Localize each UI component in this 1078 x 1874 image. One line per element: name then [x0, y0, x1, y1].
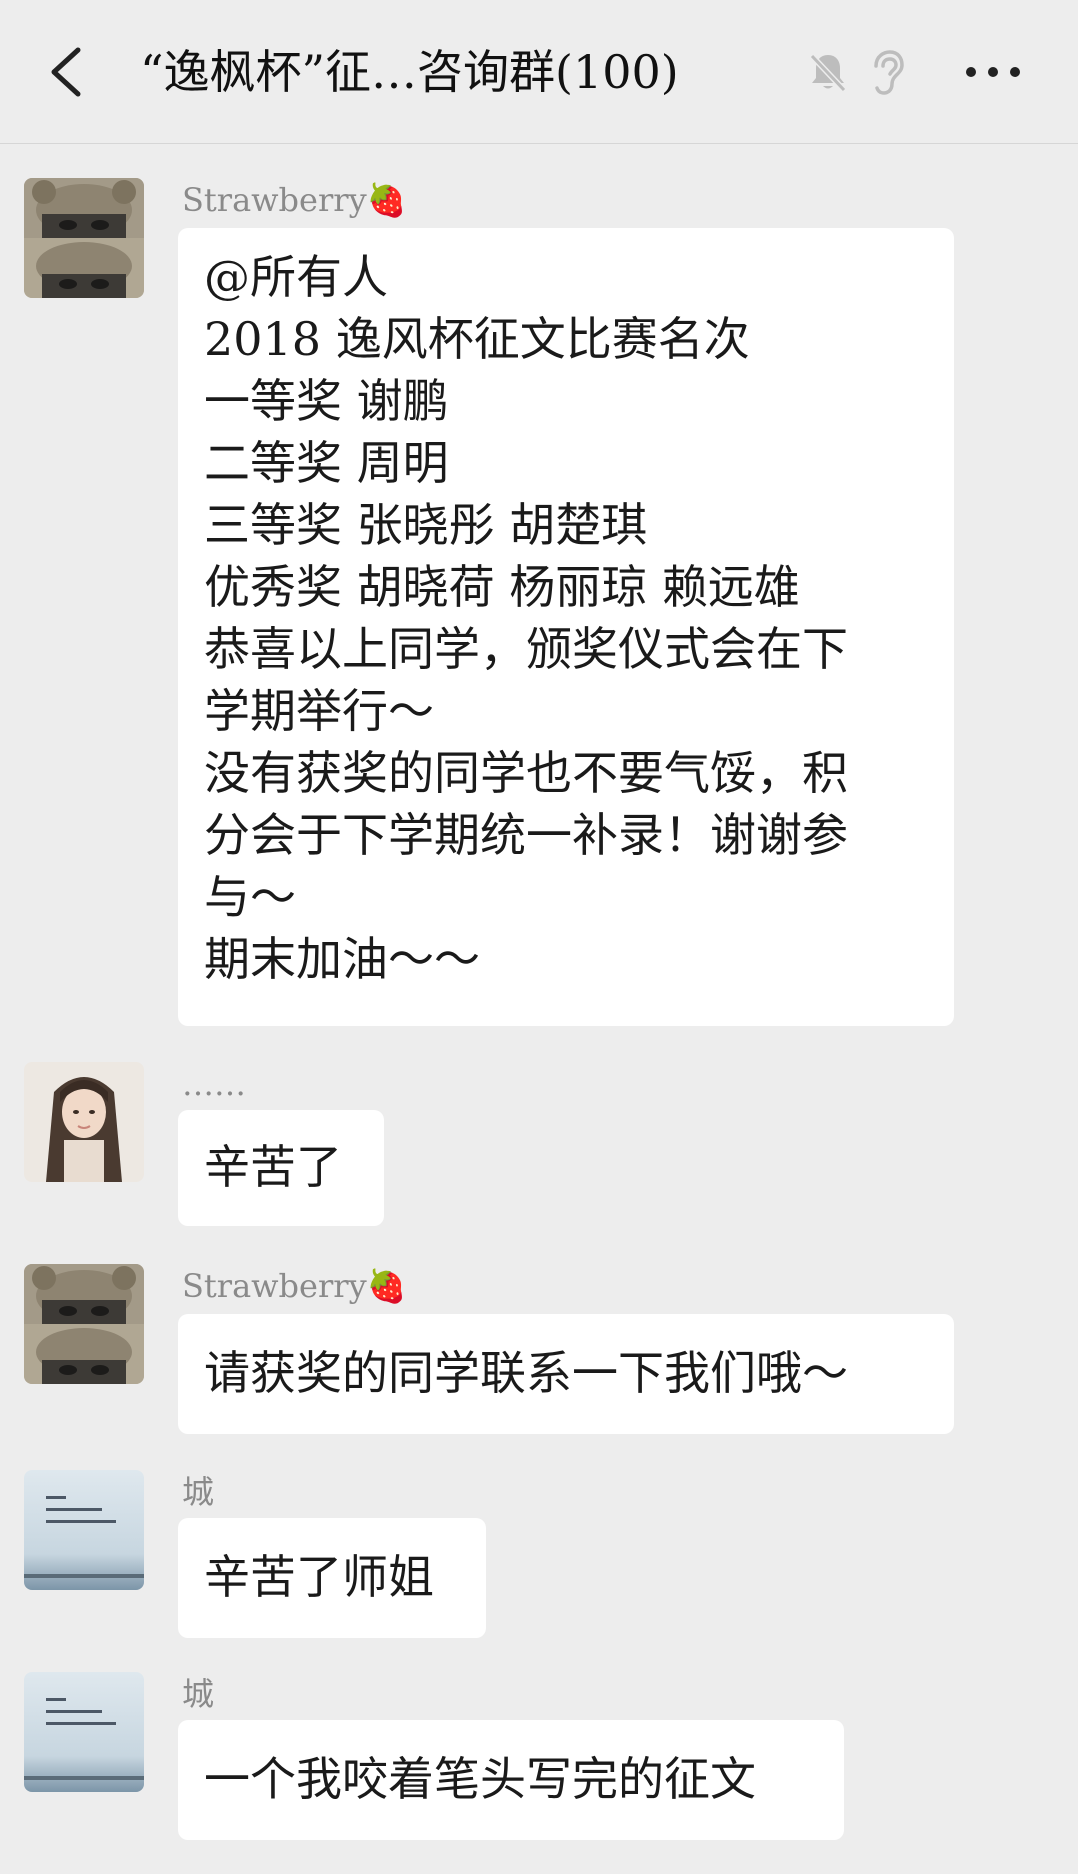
message-line: 辛苦了: [204, 1140, 342, 1194]
message-line: 请获奖的同学联系一下我们哦～: [204, 1346, 848, 1400]
avatar[interactable]: [24, 1470, 144, 1590]
message-line: 期末加油～～: [204, 932, 480, 986]
message-line: 一等奖 谢鹏: [204, 374, 449, 428]
more-options-button[interactable]: [960, 52, 1026, 92]
avatar-girl-long-hair: [24, 1062, 144, 1182]
avatar-calligraphy-sky: [24, 1672, 144, 1792]
message-line: 三等奖 张晓彤 胡楚琪: [204, 498, 648, 552]
message-line: 一个我咬着笔头写完的征文: [204, 1752, 756, 1806]
message-bubble[interactable]: 辛苦了: [178, 1110, 384, 1226]
sender-name: ……: [182, 1065, 246, 1103]
avatar-girl-bear-hat: [24, 1264, 144, 1384]
bell-muted-icon: [806, 50, 850, 94]
sender-name: 城: [182, 1675, 215, 1713]
avatar-calligraphy-sky: [24, 1470, 144, 1590]
message-bubble[interactable]: 辛苦了师姐: [178, 1518, 486, 1638]
message-line: 2018 逸风杯征文比赛名次: [204, 312, 750, 366]
chat-header: “逸枫杯”征…咨询群(100): [0, 0, 1078, 144]
avatar[interactable]: [24, 1062, 144, 1182]
message-bubble[interactable]: 请获奖的同学联系一下我们哦～: [178, 1314, 954, 1434]
sender-name: Strawberry🍓: [182, 1267, 407, 1305]
message-line: 恭喜以上同学，颁奖仪式会在下: [204, 622, 848, 676]
message-bubble[interactable]: 一个我咬着笔头写完的征文: [178, 1720, 844, 1840]
message-line: 辛苦了师姐: [204, 1550, 434, 1604]
sender-name: Strawberry🍓: [182, 181, 407, 219]
message-line: 学期举行～: [204, 684, 434, 738]
avatar-girl-bear-hat: [24, 178, 144, 298]
back-button[interactable]: [40, 40, 100, 104]
message-line: @所有人: [204, 250, 388, 304]
more-dots-icon: [966, 67, 1020, 77]
chevron-left-icon: [51, 47, 81, 97]
message-line: 优秀奖 胡晓荷 杨丽琼 赖远雄: [204, 560, 800, 614]
avatar[interactable]: [24, 178, 144, 298]
sender-name: 城: [182, 1473, 215, 1511]
message-line: 没有获奖的同学也不要气馁，积: [204, 746, 848, 800]
message-bubble[interactable]: @所有人 2018 逸风杯征文比赛名次 一等奖 谢鹏 二等奖 周明 三等奖 张晓…: [178, 228, 954, 1026]
message-line: 与～: [204, 870, 296, 924]
message-line: 二等奖 周明: [204, 436, 449, 490]
avatar[interactable]: [24, 1264, 144, 1384]
avatar[interactable]: [24, 1672, 144, 1792]
chat-title: “逸枫杯”征…咨询群(100): [140, 45, 679, 99]
ear-icon[interactable]: [868, 48, 904, 96]
message-line: 分会于下学期统一补录！谢谢参: [204, 808, 848, 862]
